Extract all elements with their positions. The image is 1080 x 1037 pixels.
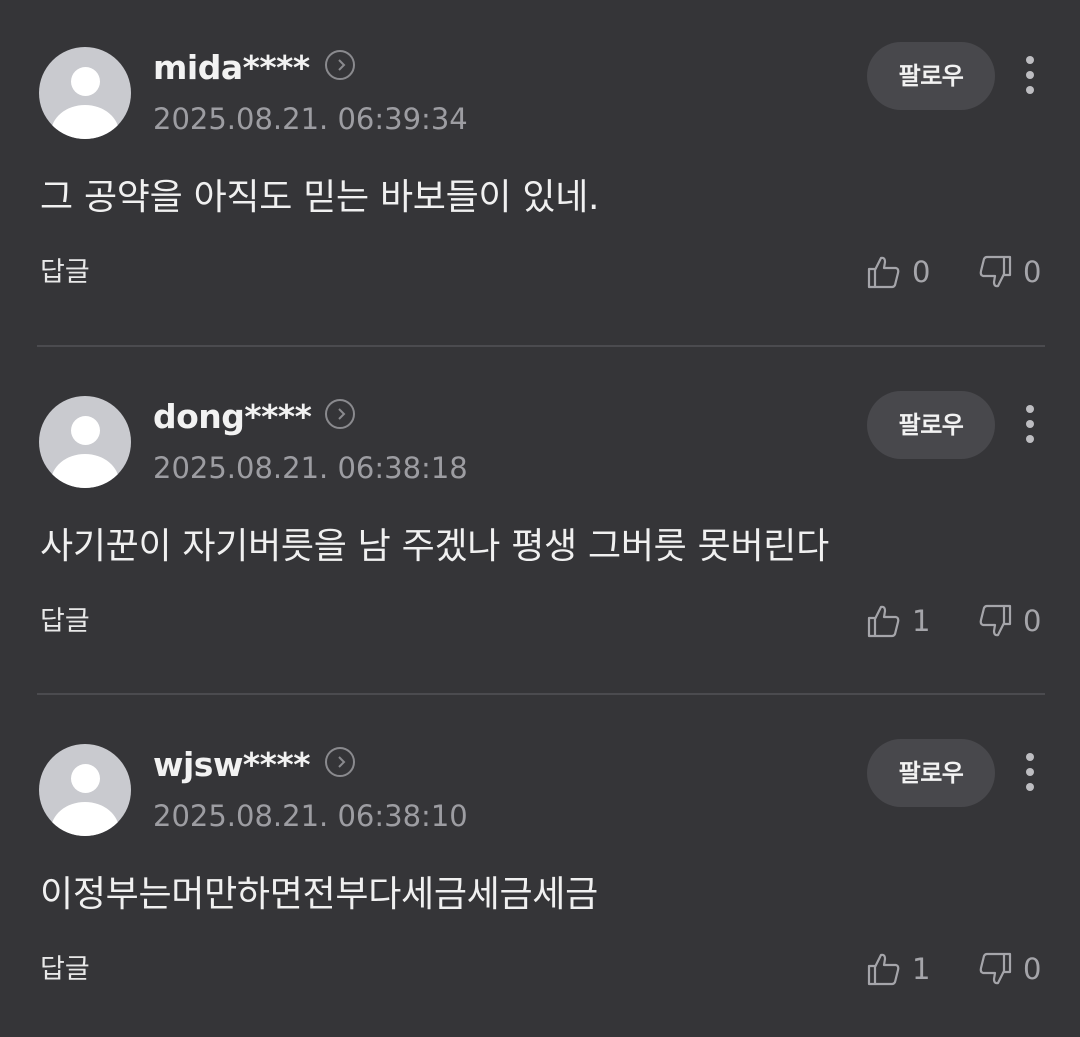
comment-timestamp: 2025.08.21. 06:39:34 xyxy=(153,102,468,136)
default-avatar-icon[interactable] xyxy=(39,47,131,139)
follow-button[interactable]: 팔로우 xyxy=(867,739,995,807)
comment-text: 이정부는머만하면전부다세금세금세금 xyxy=(40,874,598,915)
follow-button[interactable]: 팔로우 xyxy=(867,391,995,459)
default-avatar-icon[interactable] xyxy=(39,744,131,836)
comment-item: mida**** 2025.08.21. 06:39:34 팔로우 그 공약을 … xyxy=(0,0,1080,348)
vertical-ellipsis-icon[interactable] xyxy=(1015,52,1045,98)
reply-button[interactable]: 답글 xyxy=(40,255,90,291)
thumbs-down-icon xyxy=(979,255,1012,288)
comment-timestamp: 2025.08.21. 06:38:10 xyxy=(153,799,468,833)
chevron-right-circle-icon[interactable] xyxy=(325,399,355,429)
default-avatar-icon[interactable] xyxy=(39,396,131,488)
comment-item: wjsw**** 2025.08.21. 06:38:10 팔로우 이정부는머만… xyxy=(0,697,1080,1037)
comment-username[interactable]: wjsw**** xyxy=(153,745,310,785)
dislike-count: 0 xyxy=(1023,952,1042,986)
chevron-right-circle-icon[interactable] xyxy=(325,50,355,80)
like-count: 0 xyxy=(912,255,931,289)
thumbs-up-icon xyxy=(867,953,900,986)
like-count: 1 xyxy=(912,604,931,638)
thumbs-down-icon xyxy=(979,952,1012,985)
comment-text: 그 공약을 아직도 믿는 바보들이 있네. xyxy=(40,177,600,218)
reply-button[interactable]: 답글 xyxy=(40,604,90,640)
vertical-ellipsis-icon[interactable] xyxy=(1015,749,1045,795)
like-count: 1 xyxy=(912,952,931,986)
thumbs-up-icon xyxy=(867,605,900,638)
thumbs-down-icon xyxy=(979,604,1012,637)
comment-item: dong**** 2025.08.21. 06:38:18 팔로우 사기꾼이 자… xyxy=(0,349,1080,697)
comment-text: 사기꾼이 자기버릇을 남 주겠나 평생 그버릇 못버린다 xyxy=(40,526,829,567)
reply-button[interactable]: 답글 xyxy=(40,952,90,988)
follow-button[interactable]: 팔로우 xyxy=(867,42,995,110)
thumbs-up-icon xyxy=(867,256,900,289)
dislike-count: 0 xyxy=(1023,255,1042,289)
comment-timestamp: 2025.08.21. 06:38:18 xyxy=(153,451,468,485)
divider xyxy=(37,345,1045,347)
comment-username[interactable]: mida**** xyxy=(153,48,310,88)
vertical-ellipsis-icon[interactable] xyxy=(1015,401,1045,447)
chevron-right-circle-icon[interactable] xyxy=(325,747,355,777)
divider xyxy=(37,693,1045,695)
comment-username[interactable]: dong**** xyxy=(153,397,312,437)
dislike-count: 0 xyxy=(1023,604,1042,638)
